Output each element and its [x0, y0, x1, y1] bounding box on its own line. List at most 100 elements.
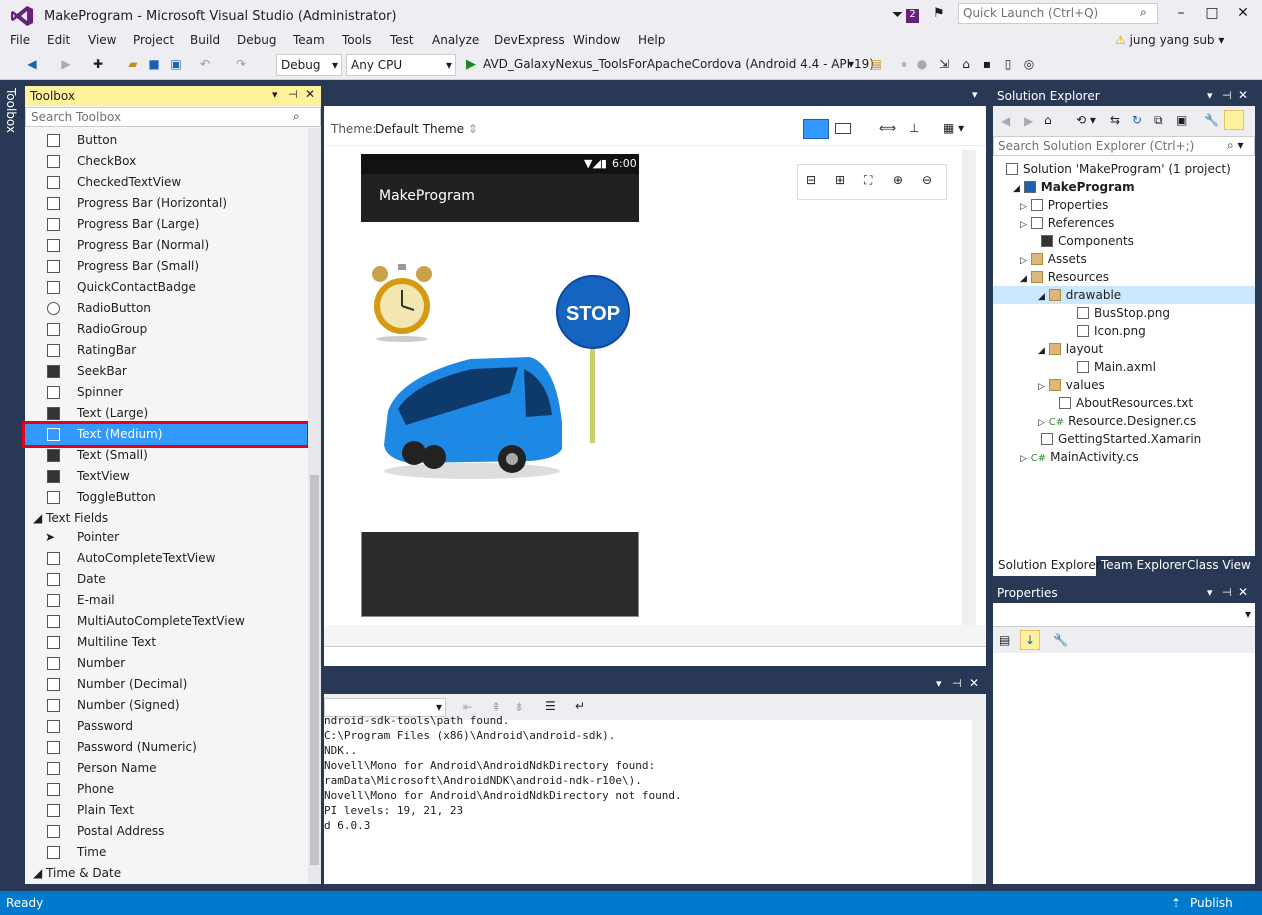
tree-item[interactable]: Main.axml — [1077, 360, 1156, 374]
stop-sign-image[interactable]: STOP — [553, 275, 633, 445]
save-all-icon[interactable]: ▣ — [168, 56, 184, 72]
tab-team-explorer[interactable]: Team Explorer — [1101, 558, 1187, 572]
tree-item[interactable]: Components — [1041, 234, 1134, 248]
device-log-icon[interactable]: ▤ — [868, 56, 884, 72]
toolbox-item-selected[interactable]: Text (Medium) — [22, 421, 310, 448]
toolbox-item[interactable]: Number (Decimal) — [25, 674, 307, 695]
tree-item[interactable]: ▷ C# MainActivity.cs — [1020, 450, 1139, 464]
toolbox-search-input[interactable]: Search Toolbox — [25, 107, 321, 127]
chevron-down-icon[interactable]: ▾ — [848, 57, 854, 71]
new-project-icon[interactable]: ✚ — [90, 56, 106, 72]
toolbox-item[interactable]: Password (Numeric) — [25, 737, 307, 758]
menu-help[interactable]: Help — [638, 33, 665, 47]
toolbox-item[interactable]: RadioGroup — [25, 319, 307, 340]
zoom-options-icon[interactable]: ▦ ▾ — [943, 121, 964, 135]
grid-icon[interactable]: ⊞ — [835, 173, 845, 187]
toolbox-item[interactable]: E-mail — [25, 590, 307, 611]
menu-debug[interactable]: Debug — [237, 33, 276, 47]
close-icon[interactable]: ✕ — [969, 676, 979, 690]
theme-select[interactable]: Default Theme ⇕ — [375, 122, 478, 136]
toolbox-item[interactable]: QuickContactBadge — [25, 277, 307, 298]
alphabetical-icon[interactable]: ↓ — [1020, 630, 1040, 650]
android-emulator-icon[interactable]: ● — [914, 56, 930, 72]
menu-file[interactable]: File — [10, 33, 30, 47]
menu-window[interactable]: Window — [573, 33, 620, 47]
toolbox-item[interactable]: RatingBar — [25, 340, 307, 361]
tree-item[interactable]: BusStop.png — [1077, 306, 1170, 320]
solution-explorer-search-input[interactable]: Search Solution Explorer (Ctrl+;) — [993, 136, 1255, 156]
resize-icon[interactable]: ⟺ — [879, 121, 896, 135]
toolbox-item[interactable]: Phone — [25, 779, 307, 800]
quick-launch-input[interactable]: Quick Launch (Ctrl+Q) — [958, 3, 1158, 24]
home-icon[interactable]: ⌂ — [1044, 113, 1052, 127]
close-button[interactable]: ✕ — [1228, 5, 1258, 21]
previous-message-icon[interactable]: ⇞ — [491, 700, 501, 714]
dropdown-icon[interactable]: ▾ — [1207, 586, 1213, 599]
menu-edit[interactable]: Edit — [47, 33, 70, 47]
toolbox-item[interactable]: Number (Signed) — [25, 695, 307, 716]
dropdown-icon[interactable]: ▾ — [936, 677, 942, 690]
dropdown-icon[interactable]: ▾ — [272, 88, 278, 101]
menu-project[interactable]: Project — [133, 33, 174, 47]
forward-icon[interactable]: ▶ — [1024, 114, 1033, 128]
next-message-icon[interactable]: ⇟ — [514, 700, 524, 714]
toolbox-item[interactable]: Spinner — [25, 382, 307, 403]
menu-build[interactable]: Build — [190, 33, 220, 47]
toolbox-item[interactable]: Text (Small) — [25, 445, 307, 466]
sdk-manager-icon[interactable]: ⇲ — [936, 56, 952, 72]
search-icon[interactable]: ⌕ ▾ — [1227, 138, 1244, 153]
collapse-all-icon[interactable]: ⧉ — [1154, 113, 1163, 128]
redo-icon[interactable]: ↷ — [233, 56, 249, 72]
pin-icon[interactable]: ⊣ — [1222, 89, 1232, 102]
toolbox-item[interactable]: SeekBar — [25, 361, 307, 382]
open-folder-icon[interactable]: ▰ — [125, 56, 141, 72]
pin-icon[interactable]: ⊣ — [952, 677, 962, 690]
user-account[interactable]: ⚠ jung yang sub ▾ — [1115, 33, 1224, 47]
preview-selected-items-button[interactable] — [1224, 110, 1244, 130]
publish-arrow-icon[interactable]: ⇡ — [1171, 896, 1181, 910]
properties-object-select[interactable]: ▾ — [993, 603, 1255, 627]
minimize-button[interactable]: – — [1166, 5, 1196, 21]
tree-item[interactable]: AboutResources.txt — [1059, 396, 1193, 410]
toolbox-item[interactable]: Number — [25, 653, 307, 674]
toolbox-item[interactable]: TextView — [25, 466, 307, 487]
alarm-clock-image[interactable] — [370, 262, 434, 342]
toolbox-item[interactable]: Button — [25, 130, 307, 151]
word-wrap-icon[interactable]: ↵ — [575, 699, 585, 713]
toolbox-item[interactable]: Progress Bar (Small) — [25, 256, 307, 277]
search-icon[interactable]: ⌕ — [293, 109, 300, 124]
output-scrollbar[interactable] — [972, 720, 985, 884]
toolbox-item[interactable]: ToggleButton — [25, 487, 307, 508]
menu-test[interactable]: Test — [390, 33, 414, 47]
forward-icon[interactable]: ▶ — [58, 56, 74, 72]
pin-icon[interactable]: ⊣ — [1222, 586, 1232, 599]
target-icon[interactable]: ◎ — [1021, 56, 1037, 72]
toolbox-item[interactable]: Password — [25, 716, 307, 737]
menu-view[interactable]: View — [88, 33, 116, 47]
device-icon[interactable]: ▯ — [1000, 56, 1016, 72]
tree-item-project[interactable]: ◢ MakeProgram — [1013, 180, 1135, 194]
tree-item[interactable]: ◢ layout — [1038, 342, 1103, 356]
feedback-icon[interactable]: ⚑ — [933, 6, 945, 21]
output-text[interactable]: ndroid-sdk-tools\path found. C:\Program … — [324, 714, 986, 884]
tree-item[interactable]: ◢ Resources — [1020, 270, 1109, 284]
toolbox-item[interactable]: Text (Large) — [25, 403, 307, 424]
tab-solution-explorer[interactable]: Solution Explorer — [998, 558, 1101, 572]
back-icon[interactable]: ◀ — [24, 56, 40, 72]
close-icon[interactable]: ✕ — [1238, 88, 1248, 102]
toolbox-group-text-fields[interactable]: ◢ Text Fields — [33, 511, 108, 525]
publish-button[interactable]: Publish — [1190, 896, 1233, 910]
toolbox-item[interactable]: MultiAutoCompleteTextView — [25, 611, 307, 632]
toolbox-item[interactable]: Progress Bar (Large) — [25, 214, 307, 235]
tree-item[interactable]: GettingStarted.Xamarin — [1041, 432, 1201, 446]
android-device-monitor-icon[interactable]: ⌂ — [958, 56, 974, 72]
toolbox-item[interactable]: CheckBox — [25, 151, 307, 172]
tree-item[interactable]: ▷ values — [1038, 378, 1105, 392]
undo-icon[interactable]: ↶ — [197, 56, 213, 72]
back-icon[interactable]: ◀ — [1001, 114, 1010, 128]
close-icon[interactable]: ✕ — [305, 87, 315, 101]
pending-changes-filter-icon[interactable]: ⟲ ▾ — [1076, 113, 1096, 127]
toolbox-side-tab[interactable]: Toolbox — [0, 84, 24, 884]
fit-screen-icon[interactable]: ⛶ — [864, 173, 872, 188]
tree-item[interactable]: Icon.png — [1077, 324, 1146, 338]
